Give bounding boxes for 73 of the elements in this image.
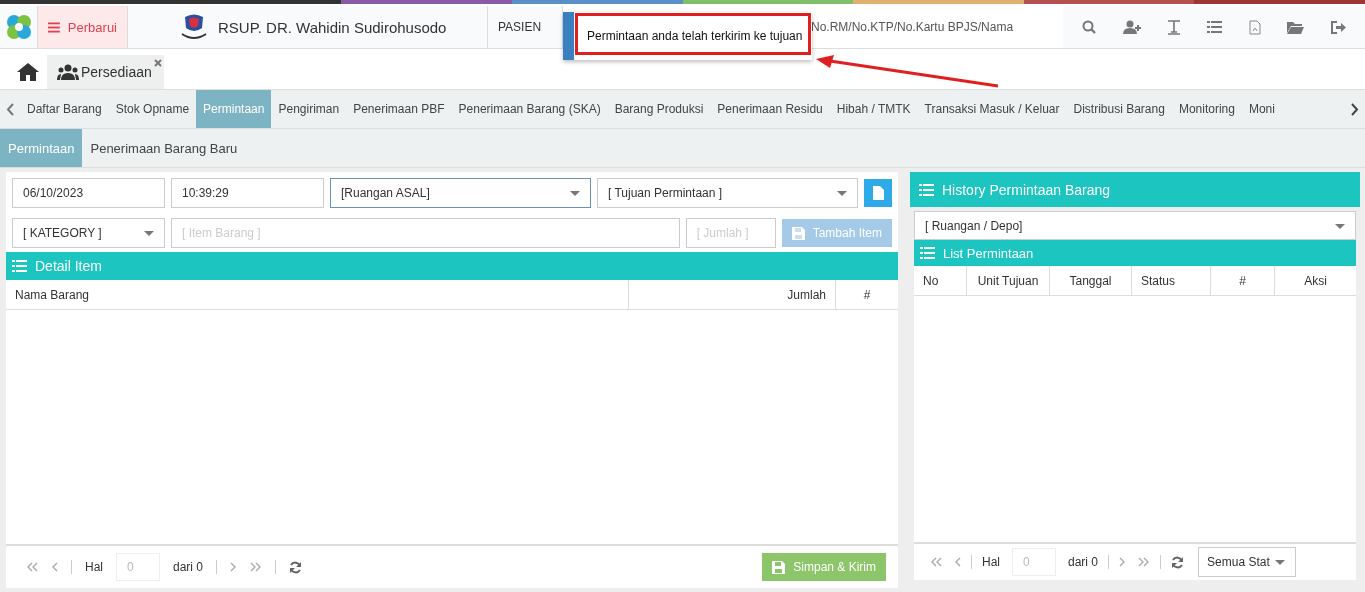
menu-icon <box>48 21 60 33</box>
list-icon <box>12 260 27 272</box>
page-count: dari 0 <box>173 560 204 574</box>
close-icon[interactable] <box>153 59 162 67</box>
destination-select[interactable]: [ Tujuan Permintaan ] <box>597 178 858 208</box>
column-header: Aksi <box>1303 272 1328 290</box>
page-label: Hal <box>982 555 1000 569</box>
refresh-menu-button[interactable]: Perbarui <box>38 6 128 48</box>
add-user-icon[interactable] <box>1122 20 1141 34</box>
toast-message: Permintaan anda telah terkirim ke tujuan <box>587 29 803 43</box>
column-header: Tanggal <box>1050 266 1132 295</box>
nav-tab[interactable]: Stok Opname <box>108 90 197 128</box>
refresh-icon[interactable] <box>289 560 303 574</box>
sign-out-icon[interactable] <box>1330 20 1346 34</box>
hospital-logo-icon <box>180 14 208 40</box>
page-count: dari 0 <box>1068 555 1099 569</box>
hospital-name: RSUP. DR. Wahidin Sudirohusodo <box>218 18 447 36</box>
column-header: Unit Tujuan <box>967 266 1050 295</box>
page-label: Hal <box>85 560 103 574</box>
nav-tab[interactable]: Barang Produksi <box>607 90 711 128</box>
scroll-left-icon[interactable] <box>6 102 14 116</box>
column-header: Status <box>1132 266 1211 295</box>
module-tab[interactable]: Persediaan <box>47 55 164 89</box>
room-filter-select[interactable]: [ Ruangan / Depo] <box>914 211 1356 240</box>
nav-tab[interactable]: Penerimaan PBF <box>346 90 452 128</box>
origin-room-select[interactable]: [Ruangan ASAL] <box>330 178 591 208</box>
panel-title: List Permintaan <box>943 245 1034 261</box>
page-number-field[interactable]: 0 <box>1012 548 1056 576</box>
file-icon <box>872 186 884 200</box>
scroll-right-icon[interactable] <box>1351 102 1359 116</box>
column-header: # <box>862 286 872 304</box>
column-header: # <box>1211 266 1275 295</box>
column-header: Nama Barang <box>6 280 629 309</box>
folder-icon[interactable] <box>1287 20 1305 34</box>
home-icon[interactable] <box>17 63 39 81</box>
users-icon <box>57 64 79 80</box>
list-icon <box>919 183 934 196</box>
date-field[interactable]: 06/10/2023 <box>12 178 165 208</box>
last-page-icon[interactable] <box>250 562 263 572</box>
nav-tab[interactable]: Monitoring <box>1171 90 1242 128</box>
time-field[interactable]: 10:39:29 <box>171 178 324 208</box>
list-icon[interactable] <box>1207 21 1223 33</box>
nav-tab[interactable]: Penerimaan Barang (SKA) <box>451 90 608 128</box>
column-header: No <box>914 266 967 295</box>
search-icon[interactable] <box>1082 20 1097 34</box>
last-page-icon[interactable] <box>1138 557 1151 567</box>
section-label: PASIEN <box>498 20 542 34</box>
new-document-button[interactable] <box>864 179 892 207</box>
page-number-field[interactable]: 0 <box>116 553 160 581</box>
nav-tab[interactable]: Hibah / TMTK <box>829 90 918 128</box>
app-logo-icon[interactable] <box>4 13 33 41</box>
first-page-icon[interactable] <box>930 557 942 567</box>
status-filter-select[interactable]: Semua Stat <box>1198 547 1297 577</box>
list-icon <box>920 247 935 259</box>
first-page-icon[interactable] <box>26 562 38 572</box>
category-select[interactable]: [ KATEGORY ] <box>12 218 165 248</box>
nav-tab[interactable]: Distribusi Barang <box>1066 90 1172 128</box>
previous-page-icon[interactable] <box>51 562 58 572</box>
nav-tab[interactable]: Moni <box>1241 90 1282 128</box>
panel-title: History Permintaan Barang <box>942 181 1111 198</box>
next-page-icon[interactable] <box>230 562 238 572</box>
nav-tab[interactable]: Transaksi Masuk / Keluar <box>917 90 1067 128</box>
nav-tab[interactable]: Daftar Barang <box>20 90 109 128</box>
sub-tab[interactable]: Penerimaan Barang Baru <box>82 129 246 167</box>
column-header: Jumlah <box>629 280 836 309</box>
nav-tab[interactable]: Pengiriman <box>271 90 347 128</box>
previous-page-icon[interactable] <box>954 557 961 567</box>
pdf-file-icon[interactable] <box>1248 19 1261 35</box>
next-page-icon[interactable] <box>1119 557 1127 567</box>
text-format-icon[interactable] <box>1167 19 1182 35</box>
refresh-icon[interactable] <box>1171 555 1185 569</box>
panel-title: Detail Item <box>35 258 102 274</box>
nav-tab[interactable]: Penerimaan Residu <box>710 90 830 128</box>
